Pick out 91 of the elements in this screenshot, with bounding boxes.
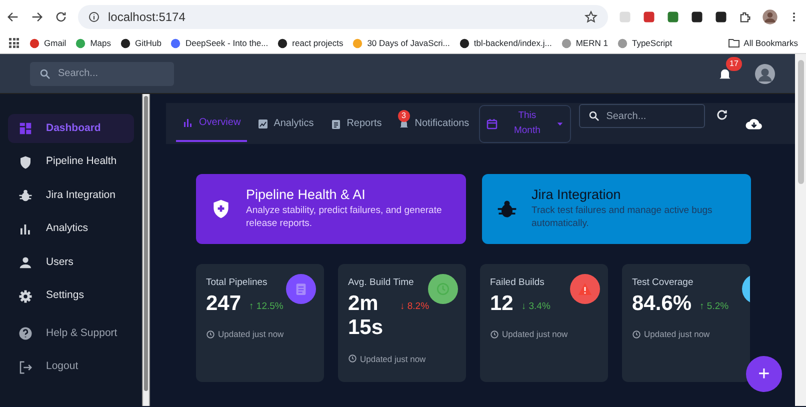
stat-change: ↑ 5.2% — [700, 300, 729, 314]
site-icon — [170, 38, 182, 48]
stat-value: 247 — [206, 292, 242, 316]
star-icon[interactable] — [584, 10, 598, 24]
feature-card[interactable]: Pipeline Health & AI Analyze stability, predict failures, and generate release reports. — [196, 174, 466, 244]
bar-chart-icon — [18, 222, 33, 236]
site-icon — [616, 38, 628, 48]
bookmark-link[interactable]: Gmail — [29, 36, 66, 50]
bookmark-link[interactable]: 30 Days of JavaScri... — [352, 36, 450, 50]
site-icon — [458, 38, 470, 48]
site-icon — [277, 38, 288, 48]
user-icon — [18, 255, 33, 270]
sidebar-item[interactable]: Users — [8, 248, 134, 277]
site-icon — [120, 38, 131, 48]
stat-label: Failed Builds — [490, 276, 546, 290]
sidebar-item[interactable]: Logout — [8, 352, 134, 382]
stat-value: 2m 15s — [348, 292, 384, 341]
chart-icon — [256, 118, 269, 130]
bookmark-link[interactable]: DeepSeek - Into the... — [170, 36, 268, 50]
stat-change: ↓ 8.2% — [400, 300, 430, 314]
update-time: Updated just now — [360, 352, 426, 366]
clock-icon — [632, 330, 641, 340]
info-icon — [88, 10, 100, 22]
clock-icon — [206, 330, 215, 340]
site-icon — [560, 38, 572, 48]
forward-icon[interactable] — [30, 10, 44, 24]
card-title: Jira Integration — [532, 187, 622, 204]
search-icon — [588, 110, 600, 122]
bookmark-link[interactable]: tbl-backend/index.j... — [458, 36, 552, 50]
tab[interactable]: Analytics — [250, 106, 320, 142]
stat-change: ↑ 12.5% — [249, 300, 284, 314]
caret-icon — [556, 120, 564, 128]
update-time: Updated just now — [502, 328, 568, 342]
refresh-icon[interactable] — [715, 108, 730, 122]
puzzle-icon[interactable] — [738, 10, 752, 24]
notification-count: 17 — [726, 56, 742, 70]
notification-count: 3 — [398, 110, 410, 122]
dashboard-icon — [18, 121, 33, 136]
settings-icon — [18, 288, 33, 304]
logout-icon — [18, 360, 33, 374]
clipboard-icon — [330, 118, 342, 130]
bug-icon — [18, 188, 33, 203]
bookmark-link[interactable]: All Bookmarks — [728, 36, 798, 50]
clock-icon — [348, 354, 357, 364]
folder-icon — [728, 37, 740, 49]
sidebar-item[interactable]: Dashboard — [8, 114, 134, 143]
site-icon — [29, 38, 40, 48]
sidebar-item[interactable]: Analytics — [8, 214, 134, 244]
scrollbar[interactable] — [142, 94, 150, 406]
update-time: Updated just now — [644, 328, 710, 342]
sidebar-item[interactable]: Help & Support — [8, 319, 134, 348]
site-icon — [352, 38, 364, 48]
stat-value: 12 — [490, 292, 514, 316]
bar-chart-icon — [182, 116, 194, 128]
clock-icon — [490, 330, 499, 340]
tab[interactable]: Notifications 3 — [392, 106, 476, 142]
add-button[interactable]: + — [746, 356, 782, 392]
avatar-icon[interactable] — [755, 64, 775, 84]
stat-label: Test Coverage — [632, 276, 694, 290]
bookmark-link[interactable]: Maps — [75, 36, 111, 50]
stat-change: ↓ 3.4% — [521, 300, 550, 314]
shield-icon — [18, 154, 33, 170]
card-description: Track test failures and manage active bugs automatically. — [532, 205, 714, 231]
bug-icon — [496, 198, 518, 220]
scrollbar[interactable] — [795, 54, 806, 406]
update-time: Updated just now — [218, 328, 284, 342]
search-field[interactable]: Search... — [579, 104, 706, 128]
sidebar-item[interactable]: Settings — [8, 282, 134, 310]
calendar-icon — [486, 118, 498, 130]
card-description: Analyze stability, predict failures, and generate release reports. — [246, 205, 443, 231]
bookmark-link[interactable]: MERN 1 — [560, 36, 608, 50]
stat-label: Total Pipelines — [206, 276, 268, 290]
apps-grid-icon[interactable] — [8, 37, 20, 49]
search-icon — [39, 68, 51, 80]
sidebar-item[interactable]: Pipeline Health — [8, 148, 134, 176]
bookmark-link[interactable]: TypeScript — [616, 36, 672, 50]
reload-icon[interactable] — [54, 10, 68, 24]
profile-avatar-icon[interactable] — [762, 8, 778, 24]
address-bar[interactable]: localhost:5174 — [78, 4, 608, 28]
sidebar-item[interactable]: Jira Integration — [8, 181, 134, 210]
site-icon — [75, 38, 86, 48]
bookmark-link[interactable]: GitHub — [120, 36, 162, 50]
back-icon[interactable] — [6, 10, 20, 24]
bookmark-link[interactable]: react projects — [277, 36, 344, 50]
card-title: Pipeline Health & AI — [246, 187, 366, 204]
stat-value: 84.6% — [632, 292, 692, 316]
search-field[interactable]: Search... — [30, 62, 174, 86]
help-icon — [18, 326, 33, 341]
tab[interactable]: Reports — [324, 106, 388, 142]
feature-card[interactable]: Jira Integration Track test failures and manage active bugs automatically. — [482, 174, 751, 244]
stat-label: Avg. Build Time — [348, 276, 415, 290]
